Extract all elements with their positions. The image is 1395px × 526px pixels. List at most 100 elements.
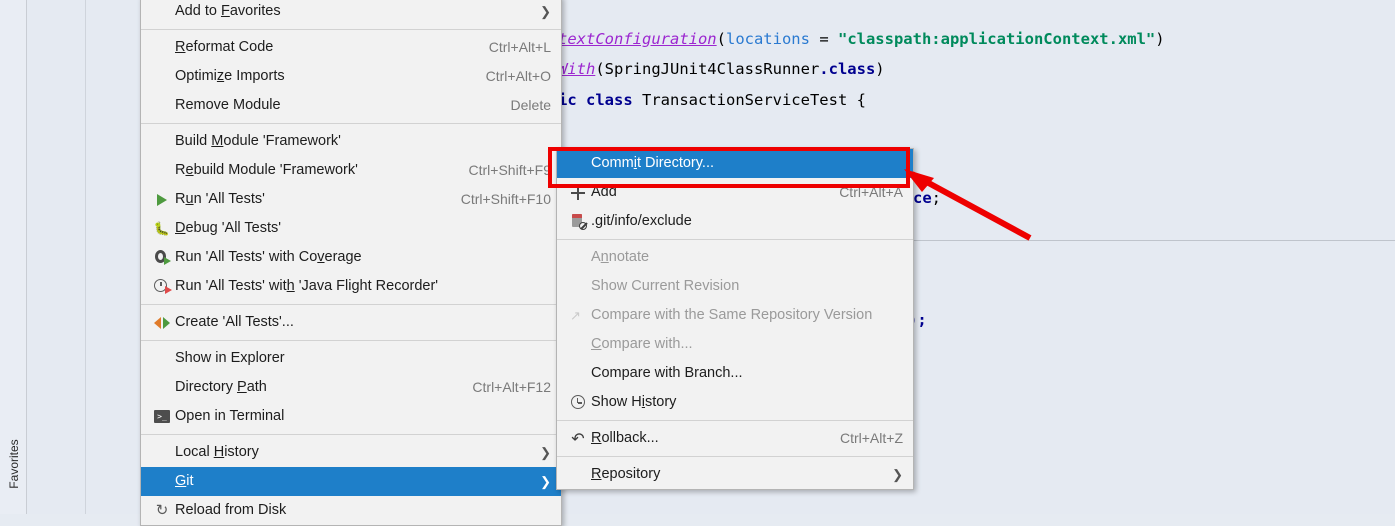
code-line: ic class TransactionServiceTest { — [558, 91, 866, 109]
no-icon — [565, 467, 591, 483]
menu-item-shortcut: Ctrl+Alt+O — [485, 68, 551, 84]
chevron-right-icon: ❯ — [892, 467, 903, 482]
no-icon — [565, 250, 591, 266]
no-icon — [565, 366, 591, 382]
menu-separator — [141, 340, 561, 341]
menu-item-rebuild-module[interactable]: Rebuild Module 'Framework' Ctrl+Shift+F9 — [141, 156, 561, 185]
code-token: "classpath:applicationContext.xml" — [837, 30, 1156, 48]
run-icon — [149, 192, 175, 208]
menu-item-git[interactable]: Git ❯ — [141, 467, 561, 496]
menu-item-label: .git/info/exclude — [591, 213, 692, 229]
menu-item-git-add[interactable]: Add Ctrl+Alt+A — [557, 178, 913, 207]
menu-item-shortcut: Ctrl+Shift+F9 — [468, 162, 551, 178]
no-icon — [149, 4, 175, 20]
menu-item-run-with-coverage[interactable]: Run 'All Tests' with Coverage — [141, 243, 561, 272]
debug-icon: 🐛 — [153, 221, 171, 236]
no-icon — [149, 134, 175, 150]
menu-item-local-history[interactable]: Local History ❯ — [141, 438, 561, 467]
menu-item-shortcut: Ctrl+Alt+A — [839, 184, 903, 200]
no-icon — [149, 69, 175, 85]
code-token: With — [558, 60, 596, 78]
menu-item-compare-with-branch[interactable]: Compare with Branch... — [557, 359, 913, 388]
chevron-right-icon: ❯ — [540, 445, 551, 460]
reload-icon: ↻ — [155, 502, 169, 519]
flight-recorder-icon — [149, 279, 175, 295]
menu-item-annotate: Annotate — [557, 243, 913, 272]
menu-item-show-in-explorer[interactable]: Show in Explorer — [141, 344, 561, 373]
menu-item-commit-directory[interactable]: Commit Directory... — [557, 149, 913, 178]
menu-item-show-history[interactable]: Show History — [557, 388, 913, 417]
menu-item-compare-with: Compare with... — [557, 330, 913, 359]
create-config-icon — [149, 315, 175, 331]
directory-context-menu[interactable]: Add to Favorites ❯ Reformat Code Ctrl+Alt+L… — [140, 0, 562, 526]
menu-item-label: Create 'All Tests'... — [175, 314, 294, 330]
menu-item-debug-all-tests[interactable]: 🐛 Debug 'All Tests' — [141, 214, 561, 243]
menu-separator — [141, 434, 561, 435]
menu-separator — [557, 456, 913, 457]
no-icon — [149, 163, 175, 179]
undo-icon: ↶ — [571, 428, 585, 448]
menu-item-label: Rollback... — [591, 430, 659, 446]
no-icon — [149, 380, 175, 396]
menu-item-label: Show History — [591, 394, 677, 410]
menu-item-git-exclude[interactable]: .git/info/exclude — [557, 207, 913, 236]
menu-item-label: Directory Path — [175, 379, 267, 395]
code-token: = — [809, 30, 838, 48]
menu-item-label: Show Current Revision — [591, 278, 740, 294]
menu-item-label: Add — [591, 184, 617, 200]
menu-item-add-to-favorites[interactable]: Add to Favorites ❯ — [141, 0, 561, 26]
menu-item-remove-module[interactable]: Remove Module Delete — [141, 91, 561, 120]
menu-item-directory-path[interactable]: Directory Path Ctrl+Alt+F12 — [141, 373, 561, 402]
coverage-icon — [149, 250, 175, 266]
menu-separator — [557, 420, 913, 421]
menu-item-label: Reload from Disk — [175, 502, 287, 518]
favorites-tool-window-tab[interactable]: Favorites — [7, 434, 25, 494]
menu-item-run-with-jfr[interactable]: Run 'All Tests' with 'Java Flight Record… — [141, 272, 561, 301]
menu-item-build-module[interactable]: Build Module 'Framework' — [141, 127, 561, 156]
menu-item-shortcut: Ctrl+Alt+L — [488, 39, 551, 55]
code-token: ic class — [558, 91, 642, 109]
menu-item-rollback[interactable]: ↶ Rollback... Ctrl+Alt+Z — [557, 424, 913, 453]
menu-separator — [141, 123, 561, 124]
menu-item-shortcut: Ctrl+Alt+Z — [839, 430, 903, 446]
menu-item-label: Build Module 'Framework' — [175, 133, 341, 149]
no-icon — [149, 474, 175, 490]
menu-item-label: Compare with... — [591, 336, 693, 352]
chevron-right-icon: ❯ — [540, 474, 551, 489]
menu-item-create-all-tests[interactable]: Create 'All Tests'... — [141, 308, 561, 337]
menu-item-label: Repository — [591, 466, 661, 482]
menu-item-label: Commit Directory... — [591, 155, 715, 171]
code-token: ce — [913, 189, 932, 207]
menu-item-shortcut: Delete — [510, 97, 551, 113]
no-icon — [149, 351, 175, 367]
menu-item-optimize-imports[interactable]: Optimize Imports Ctrl+Alt+O — [141, 62, 561, 91]
plus-icon — [565, 185, 591, 201]
menu-item-label: Run 'All Tests' with Coverage — [175, 249, 362, 265]
menu-item-label: Remove Module — [175, 97, 281, 113]
menu-item-show-current-revision: Show Current Revision — [557, 272, 913, 301]
menu-item-label: Add to Favorites — [175, 3, 281, 19]
compare-icon: ↗ — [570, 307, 581, 323]
menu-item-label: Compare with the Same Repository Version — [591, 307, 873, 323]
menu-item-label: Optimize Imports — [175, 68, 285, 84]
no-icon — [565, 156, 591, 172]
clock-icon — [565, 395, 591, 411]
menu-item-label: Annotate — [591, 249, 650, 265]
menu-item-label: Rebuild Module 'Framework' — [175, 162, 358, 178]
no-icon — [149, 40, 175, 56]
menu-item-open-in-terminal[interactable]: >_ Open in Terminal — [141, 402, 561, 431]
menu-item-shortcut: Ctrl+Alt+F12 — [472, 379, 551, 395]
code-token: textConfiguration — [558, 30, 717, 48]
git-submenu[interactable]: Commit Directory... Add Ctrl+Alt+A .git/inf… — [556, 148, 914, 490]
menu-item-reformat-code[interactable]: Reformat Code Ctrl+Alt+L — [141, 33, 561, 62]
menu-item-reload-from-disk[interactable]: ↻ Reload from Disk — [141, 496, 561, 525]
menu-item-label: Run 'All Tests' with 'Java Flight Record… — [175, 278, 439, 294]
menu-item-label: Reformat Code — [175, 39, 274, 55]
code-line: textConfiguration(locations = "classpath… — [558, 30, 1165, 48]
code-token: locations — [725, 30, 810, 48]
menu-item-repository[interactable]: Repository ❯ — [557, 460, 913, 489]
menu-item-run-all-tests[interactable]: Run 'All Tests' Ctrl+Shift+F10 — [141, 185, 561, 214]
menu-item-label: Show in Explorer — [175, 350, 285, 366]
menu-item-label: Git — [175, 473, 194, 489]
menu-item-label: Local History — [175, 444, 259, 460]
